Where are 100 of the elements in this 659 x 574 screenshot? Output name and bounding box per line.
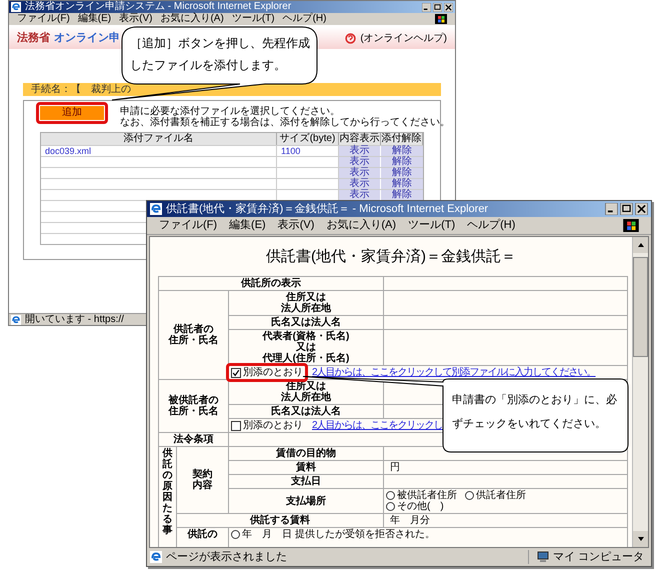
- scroll-down-icon[interactable]: [633, 531, 648, 547]
- field-value: 年 月分: [389, 515, 432, 526]
- detach-button[interactable]: 解除: [381, 168, 423, 178]
- field-label: 住所・氏名: [167, 406, 220, 417]
- scroll-thumb[interactable]: [633, 257, 648, 357]
- radio-label: 供託者住所: [476, 490, 526, 501]
- detach-button[interactable]: 解除: [381, 146, 423, 156]
- menu-item[interactable]: お気に入り(A): [326, 220, 396, 231]
- menu-item[interactable]: ツール(T): [408, 220, 456, 231]
- detach-button[interactable]: 解除: [381, 157, 423, 167]
- detach-button[interactable]: 解除: [381, 190, 423, 200]
- field-label: 被供託者の: [167, 395, 220, 406]
- checkbox-label: 別添のとおり: [243, 420, 303, 431]
- help-icon[interactable]: [345, 32, 356, 44]
- add-button[interactable]: 追加: [40, 106, 104, 120]
- field-label: 住所・氏名: [167, 335, 220, 346]
- windows-logo-icon: [623, 219, 639, 232]
- window-title: 供託書(地代・家賃弁済)＝金銭供託＝ - Microsoft Internet Explorer: [166, 204, 488, 214]
- scrollbar[interactable]: [632, 237, 648, 547]
- view-button[interactable]: 表示: [339, 146, 381, 156]
- windows-logo-icon: [435, 14, 447, 24]
- menu-item[interactable]: 編集(E): [229, 220, 266, 231]
- menu-item[interactable]: 表示(V): [278, 220, 314, 231]
- view-button[interactable]: 表示: [339, 190, 381, 200]
- maximize-icon[interactable]: [620, 203, 633, 215]
- menu-item[interactable]: ヘルプ(H): [467, 220, 516, 231]
- status-text: ページが表示されました: [166, 552, 287, 562]
- highlight-frame: [36, 102, 108, 124]
- field-label: 氏名又は法人名: [270, 317, 342, 328]
- help-link[interactable]: (オンラインヘルプ): [360, 30, 447, 46]
- menu-item[interactable]: 表示(V): [119, 14, 152, 24]
- view-button[interactable]: 表示: [339, 157, 381, 167]
- instruction-text: 申請に必要な添付ファイルを選択してください。: [120, 106, 341, 117]
- field-label: 賃料: [295, 462, 318, 473]
- window-title: 法務省オンライン申請システム - Microsoft Internet Explorer: [25, 2, 292, 12]
- field-label: 法人所在地: [280, 392, 332, 403]
- browser-icon: [11, 314, 21, 324]
- field-label: 供託の: [186, 529, 218, 540]
- computer-icon: [537, 551, 549, 563]
- menu-item[interactable]: お気に入り(A): [160, 14, 224, 24]
- column-header: 添付解除: [381, 133, 423, 145]
- menu-item[interactable]: ファイル(F): [17, 14, 70, 24]
- browser-icon: [150, 203, 162, 215]
- site-name: 法務省: [17, 30, 50, 46]
- field-label: 代表者(資格・氏名): [261, 331, 350, 342]
- field-label: 賃借の目的物: [275, 448, 338, 459]
- radio-label: 年 月 日 提供したが受領を拒否された。: [242, 529, 435, 540]
- checkbox[interactable]: [231, 368, 241, 378]
- browser-icon: [11, 2, 21, 12]
- field-label: 供託する賃料: [248, 515, 312, 526]
- radio-button[interactable]: [231, 530, 240, 539]
- column-header: 内容表示: [339, 133, 381, 145]
- table-cell-text: 1100: [280, 146, 302, 156]
- menu-item[interactable]: ツール(T): [232, 14, 275, 24]
- minimize-icon[interactable]: [422, 2, 431, 12]
- radio-button[interactable]: [465, 491, 474, 500]
- site-title: オンライン申: [54, 30, 120, 46]
- checkbox[interactable]: [231, 420, 241, 430]
- field-label: 支払場所: [285, 496, 328, 506]
- field-label: 代理人(住所・氏名): [261, 353, 350, 364]
- field-label: 法令条項: [172, 434, 214, 445]
- field-label: 氏名又は法人名: [270, 406, 342, 417]
- view-button[interactable]: 表示: [339, 179, 381, 189]
- radio-button[interactable]: [386, 502, 396, 511]
- page-icon: [150, 551, 162, 563]
- detach-button[interactable]: 解除: [381, 179, 423, 189]
- link[interactable]: 2人目からは、ここをクリックし: [312, 420, 443, 431]
- link[interactable]: 2人目からは、ここをクリックして別添ファイルに入力してください。: [312, 367, 596, 378]
- view-button[interactable]: 表示: [339, 168, 381, 178]
- column-header: サイズ(byte): [277, 133, 339, 145]
- procedure-label: 手続名：【 裁判上の: [31, 84, 131, 94]
- close-icon[interactable]: [635, 203, 648, 215]
- radio-button[interactable]: [386, 491, 396, 500]
- callout-text: 申請書の「別添のとおり」に、必ずチェックをいれてください。: [452, 392, 618, 432]
- status-text: 開いています - https://: [25, 314, 124, 324]
- menu-item[interactable]: ファイル(F): [159, 220, 218, 231]
- file-link[interactable]: doc039.xml: [41, 146, 96, 156]
- field-label: 供託所の表示: [240, 278, 302, 289]
- vertical-label: 供託の原因たる事: [162, 448, 172, 536]
- zone-text: マイ コンピュータ: [553, 552, 644, 562]
- field-label: 法人所在地: [280, 303, 332, 314]
- menu-item[interactable]: 編集(E): [78, 14, 112, 24]
- field-label: 供託者の: [173, 324, 214, 335]
- close-icon[interactable]: [444, 2, 453, 12]
- field-label: 又は: [296, 342, 318, 353]
- callout-text: ［追加］ボタンを押し、先程作成したファイルを添付します。: [130, 35, 311, 74]
- page-title: 供託書(地代・家賃弁済)＝金銭供託＝: [265, 248, 517, 266]
- field-label: 支払日: [290, 476, 322, 487]
- checkbox-label: 別添のとおり: [243, 367, 303, 378]
- minimize-icon[interactable]: [605, 203, 618, 215]
- menu-item[interactable]: ヘルプ(H): [282, 14, 326, 24]
- field-value: 円: [389, 462, 402, 473]
- maximize-icon[interactable]: [433, 2, 442, 12]
- radio-label: 被供託者住所: [397, 490, 458, 501]
- field-label: 契約内容: [192, 469, 214, 491]
- scroll-up-icon[interactable]: [633, 237, 648, 253]
- field-label: 住所又は: [286, 292, 326, 303]
- column-header: 添付ファイル名: [41, 133, 277, 145]
- instruction-text: なお、添付書類を補正する場合は、添付を解除してから行ってください。: [120, 117, 450, 128]
- radio-label: その他( ): [397, 501, 444, 512]
